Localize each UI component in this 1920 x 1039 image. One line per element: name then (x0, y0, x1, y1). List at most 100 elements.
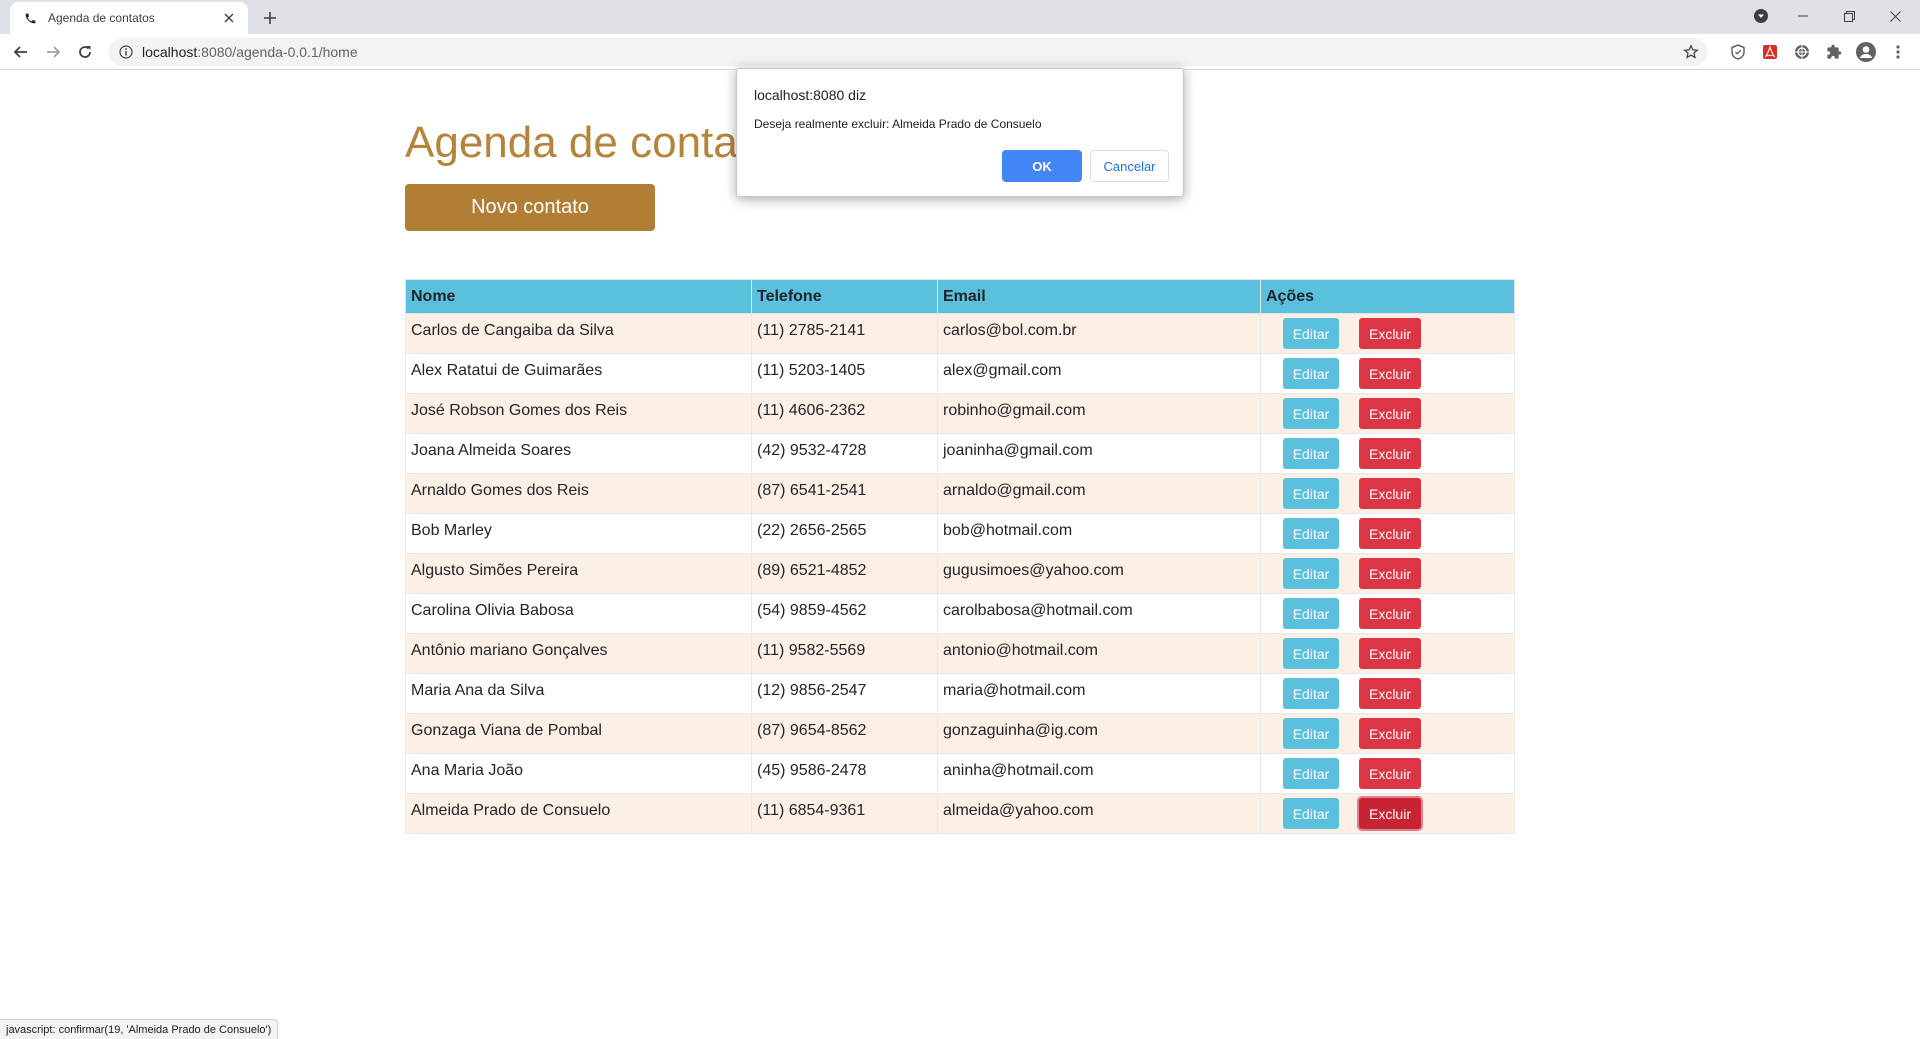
table-row: Ana Maria João (45) 9586-2478 aninha@hotma… (405, 753, 1515, 794)
table-row: Antônio mariano Gonçalves (11) 9582-5569 a… (405, 633, 1515, 674)
cell-telefone: (11) 6854-9361 (751, 793, 938, 834)
edit-button[interactable]: Editar (1283, 638, 1339, 669)
status-bar: javascript: confirmar(19, 'Almeida Prado… (0, 1019, 279, 1039)
row-actions: Editar Excluir (1266, 678, 1509, 709)
edit-button[interactable]: Editar (1283, 318, 1339, 349)
row-actions: Editar Excluir (1266, 758, 1509, 789)
edit-button[interactable]: Editar (1283, 358, 1339, 389)
cell-telefone: (42) 9532-4728 (751, 433, 938, 474)
pdf-icon[interactable] (1760, 42, 1780, 62)
media-icon[interactable] (1738, 0, 1784, 32)
url-text: localhost:8080/agenda-0.0.1/home (142, 44, 358, 60)
table-body: Carlos de Cangaiba da Silva (11) 2785-214… (405, 313, 1515, 834)
cell-acoes: Editar Excluir (1260, 593, 1515, 634)
url-host: localhost (142, 44, 198, 60)
delete-button[interactable]: Excluir (1359, 398, 1421, 429)
url-path: :8080/agenda-0.0.1/home (197, 44, 358, 60)
browser-tab[interactable]: Agenda de contatos (10, 2, 248, 34)
row-actions: Editar Excluir (1266, 518, 1509, 549)
back-icon[interactable] (7, 38, 35, 66)
shield-icon[interactable] (1728, 42, 1748, 62)
header-telefone: Telefone (751, 279, 938, 314)
table-row: Gonzaga Viana de Pombal (87) 9654-8562 gon… (405, 713, 1515, 754)
cell-nome: Maria Ana da Silva (405, 673, 752, 714)
edit-button[interactable]: Editar (1283, 598, 1339, 629)
cell-email: gonzaguinha@ig.com (937, 713, 1261, 754)
puzzle-icon[interactable] (1824, 42, 1844, 62)
edit-button[interactable]: Editar (1283, 758, 1339, 789)
delete-button[interactable]: Excluir (1359, 558, 1421, 589)
delete-button[interactable]: Excluir (1359, 758, 1421, 789)
cell-acoes: Editar Excluir (1260, 673, 1515, 714)
cell-nome: Almeida Prado de Consuelo (405, 793, 752, 834)
delete-button[interactable]: Excluir (1359, 598, 1421, 629)
profile-icon[interactable] (1856, 42, 1876, 62)
row-actions: Editar Excluir (1266, 358, 1509, 389)
reload-icon[interactable] (71, 38, 99, 66)
address-bar[interactable]: localhost:8080/agenda-0.0.1/home (108, 38, 1708, 66)
cell-nome: José Robson Gomes dos Reis (405, 393, 752, 434)
minimize-icon[interactable] (1780, 0, 1826, 32)
table-row: Arnaldo Gomes dos Reis (87) 6541-2541 arna… (405, 473, 1515, 514)
cell-email: aninha@hotmail.com (937, 753, 1261, 794)
edit-button[interactable]: Editar (1283, 558, 1339, 589)
cell-nome: Ana Maria João (405, 753, 752, 794)
edit-button[interactable]: Editar (1283, 518, 1339, 549)
table-row: Maria Ana da Silva (12) 9856-2547 maria@ho… (405, 673, 1515, 714)
restore-icon[interactable] (1826, 0, 1872, 32)
edit-button[interactable]: Editar (1283, 678, 1339, 709)
row-actions: Editar Excluir (1266, 478, 1509, 509)
row-actions: Editar Excluir (1266, 318, 1509, 349)
delete-button[interactable]: Excluir (1359, 718, 1421, 749)
table-row: Bob Marley (22) 2656-2565 bob@hotmail.com E… (405, 513, 1515, 554)
cell-acoes: Editar Excluir (1260, 793, 1515, 834)
table-row: Carlos de Cangaiba da Silva (11) 2785-214… (405, 313, 1515, 354)
star-icon[interactable] (1682, 43, 1700, 61)
cell-email: robinho@gmail.com (937, 393, 1261, 434)
cell-telefone: (22) 2656-2565 (751, 513, 938, 554)
table-row: Alex Ratatui de Guimarães (11) 5203-1405 a… (405, 353, 1515, 394)
edit-button[interactable]: Editar (1283, 478, 1339, 509)
menu-icon[interactable] (1888, 42, 1908, 62)
header-acoes: Ações (1260, 279, 1515, 314)
cell-email: alex@gmail.com (937, 353, 1261, 394)
delete-button[interactable]: Excluir (1359, 478, 1421, 509)
table-row: Carolina Olivia Babosa (54) 9859-4562 caro… (405, 593, 1515, 634)
globe-icon[interactable] (1792, 42, 1812, 62)
dialog-ok-button[interactable]: OK (1002, 150, 1082, 182)
header-email: Email (937, 279, 1261, 314)
delete-button[interactable]: Excluir (1359, 638, 1421, 669)
table-row: Joana Almeida Soares (42) 9532-4728 joanin… (405, 433, 1515, 474)
table-row: José Robson Gomes dos Reis (11) 4606-2362… (405, 393, 1515, 434)
close-icon[interactable] (220, 9, 238, 27)
new-contact-button[interactable]: Novo contato (405, 184, 655, 231)
forward-icon[interactable] (39, 38, 67, 66)
dialog-title: localhost:8080 diz (754, 87, 867, 103)
row-actions: Editar Excluir (1266, 638, 1509, 669)
cell-email: joaninha@gmail.com (937, 433, 1261, 474)
edit-button[interactable]: Editar (1283, 438, 1339, 469)
edit-button[interactable]: Editar (1283, 798, 1339, 829)
cell-nome: Arnaldo Gomes dos Reis (405, 473, 752, 514)
edit-button[interactable]: Editar (1283, 398, 1339, 429)
plus-icon[interactable] (258, 6, 282, 30)
cell-nome: Gonzaga Viana de Pombal (405, 713, 752, 754)
table-row: Almeida Prado de Consuelo (11) 6854-9361 a… (405, 793, 1515, 834)
cell-nome: Alex Ratatui de Guimarães (405, 353, 752, 394)
delete-button[interactable]: Excluir (1359, 438, 1421, 469)
delete-button[interactable]: Excluir (1359, 518, 1421, 549)
row-actions: Editar Excluir (1266, 558, 1509, 589)
info-icon[interactable] (118, 44, 134, 60)
cell-acoes: Editar Excluir (1260, 393, 1515, 434)
edit-button[interactable]: Editar (1283, 718, 1339, 749)
delete-button[interactable]: Excluir (1359, 798, 1421, 829)
row-actions: Editar Excluir (1266, 798, 1509, 829)
delete-button[interactable]: Excluir (1359, 318, 1421, 349)
dialog-cancel-button[interactable]: Cancelar (1090, 150, 1169, 182)
row-actions: Editar Excluir (1266, 598, 1509, 629)
window-close-icon[interactable] (1872, 0, 1918, 32)
delete-button[interactable]: Excluir (1359, 678, 1421, 709)
cell-telefone: (11) 9582-5569 (751, 633, 938, 674)
delete-button[interactable]: Excluir (1359, 358, 1421, 389)
cell-telefone: (89) 6521-4852 (751, 553, 938, 594)
